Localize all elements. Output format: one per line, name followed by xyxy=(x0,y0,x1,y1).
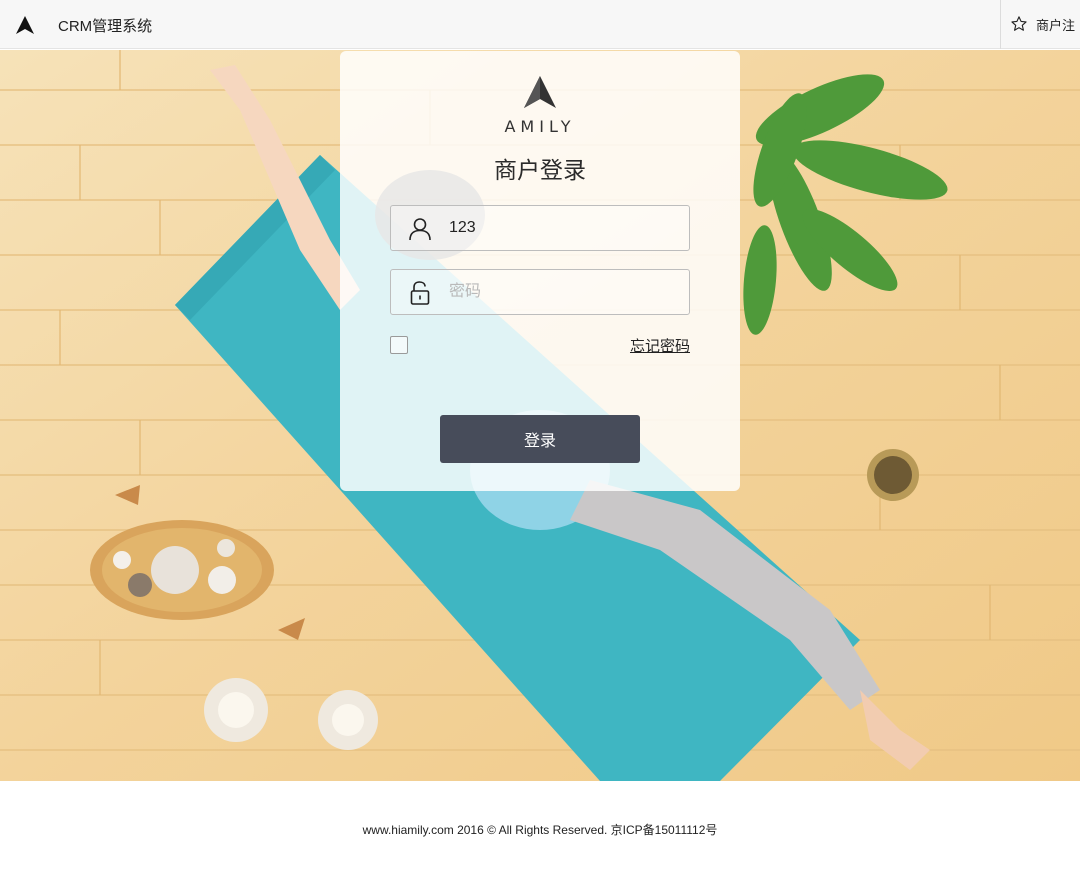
login-button[interactable]: 登录 xyxy=(440,415,640,463)
footer: www.hiamily.com 2016 © All Rights Reserv… xyxy=(0,781,1080,886)
merchant-register-link[interactable]: 商户注 xyxy=(1010,13,1075,35)
forgot-password-link[interactable]: 忘记密码 xyxy=(630,335,690,356)
login-card: AMILY 商户登录 忘记密码 登录 xyxy=(340,51,740,491)
user-icon xyxy=(409,218,431,241)
top-bar: CRM管理系统 商户注 xyxy=(0,0,1080,49)
password-input[interactable] xyxy=(449,271,679,313)
username-field[interactable] xyxy=(390,205,690,251)
header-divider xyxy=(1000,0,1001,49)
register-label: 商户注 xyxy=(1036,17,1076,33)
amily-logo-icon xyxy=(524,76,556,108)
app-title: CRM管理系统 xyxy=(58,18,153,35)
password-field[interactable] xyxy=(390,269,690,315)
copyright-text: www.hiamily.com 2016 © All Rights Reserv… xyxy=(362,823,718,837)
username-input[interactable] xyxy=(449,207,679,249)
amily-logo-icon[interactable] xyxy=(14,14,36,36)
star-icon xyxy=(1011,16,1027,31)
unlock-icon xyxy=(410,281,430,305)
remember-checkbox[interactable] xyxy=(390,336,408,354)
brand-name: AMILY xyxy=(504,117,576,136)
page-title: 商户登录 xyxy=(494,157,586,183)
